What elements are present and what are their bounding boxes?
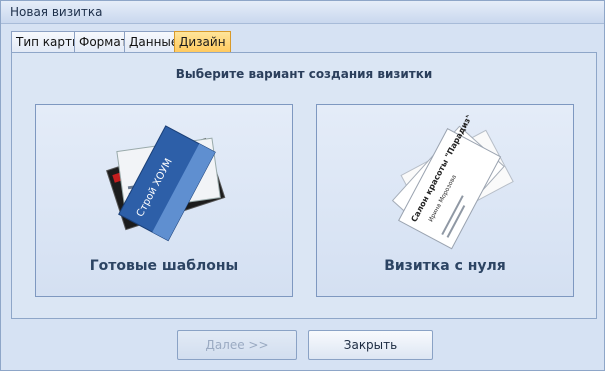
design-panel: Выберите вариант создания визитки Строй … — [11, 52, 597, 319]
from-scratch-option[interactable]: Салон красоты "Парадиз" Ирина Морозова В… — [316, 104, 574, 297]
dialog-window: Новая визитка Тип карты Формат Данные Ди… — [0, 0, 605, 371]
window-title: Новая визитка — [10, 5, 103, 19]
template-cards-illustration: Строй ХОУМ — [106, 125, 226, 242]
ready-templates-option[interactable]: Строй ХОУМ Готовые шаблоны — [35, 104, 293, 297]
tab-design[interactable]: Дизайн — [174, 31, 231, 53]
close-button[interactable]: Закрыть — [308, 330, 433, 360]
title-bar: Новая визитка — [1, 1, 604, 24]
ready-templates-label: Готовые шаблоны — [89, 258, 239, 274]
panel-heading: Выберите вариант создания визитки — [175, 67, 433, 81]
blank-cards-illustration: Салон красоты "Парадиз" Ирина Морозова — [391, 115, 514, 250]
from-scratch-label: Визитка с нуля — [384, 258, 506, 274]
next-button[interactable]: Далее >> — [177, 330, 297, 360]
